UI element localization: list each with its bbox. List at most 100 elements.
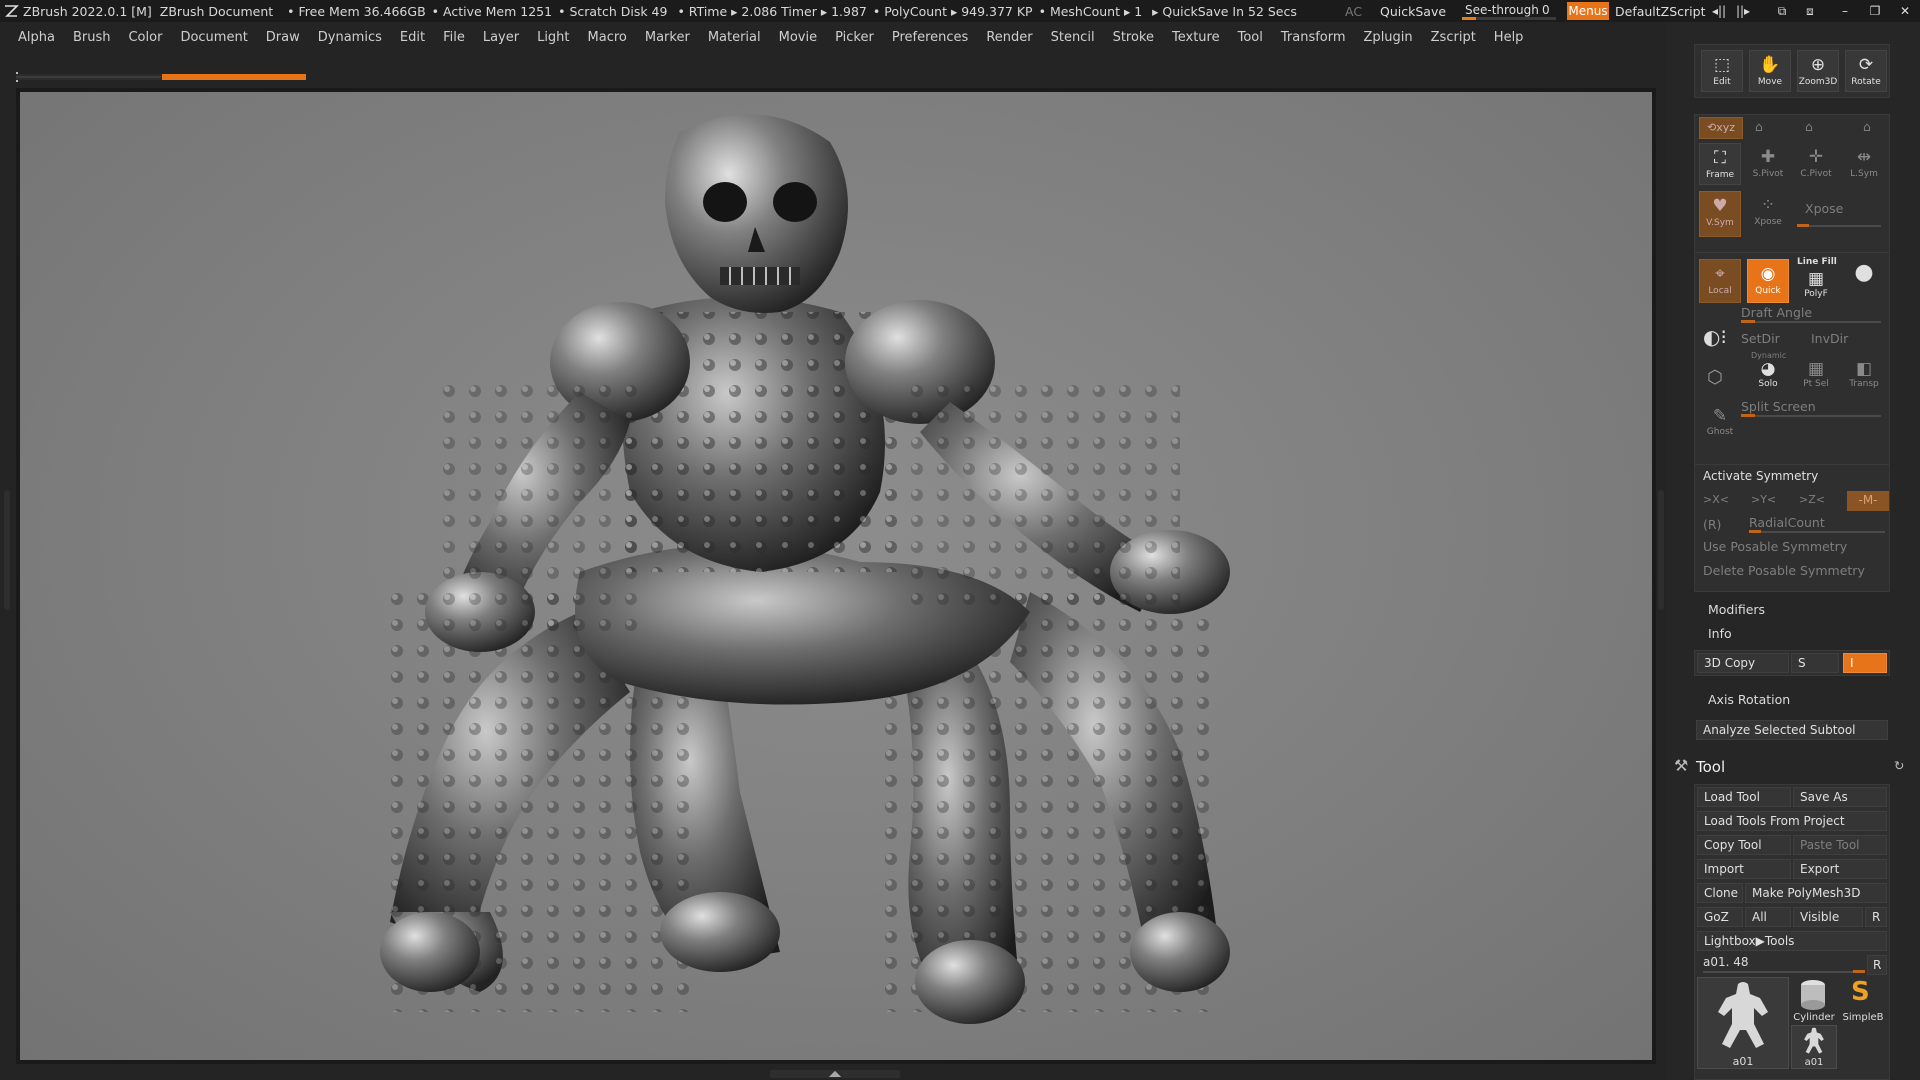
menu-edit[interactable]: Edit	[400, 30, 425, 45]
material-sphere-button[interactable]: ●	[1843, 259, 1885, 301]
tool-thumb-a01-small[interactable]: a01	[1791, 1025, 1837, 1069]
local-button[interactable]: ⌖ Local	[1699, 259, 1741, 303]
move-button[interactable]: ✋ Move	[1749, 50, 1791, 92]
menu-layer[interactable]: Layer	[483, 30, 519, 45]
menu-stroke[interactable]: Stroke	[1113, 30, 1154, 45]
modifiers-section[interactable]: Modifiers	[1708, 602, 1765, 617]
tray-toggle-icon[interactable]: ⧉	[1773, 3, 1791, 19]
zoom3d-button[interactable]: ⊕ Zoom3D	[1797, 50, 1839, 92]
pt-sel-button[interactable]: ▦ Pt Sel	[1795, 357, 1837, 393]
info-section[interactable]: Info	[1708, 626, 1732, 641]
m-axis-button[interactable]: -M-	[1847, 491, 1889, 511]
tool-thumb-a01[interactable]: a01	[1697, 977, 1789, 1069]
export-button[interactable]: Export	[1793, 859, 1887, 879]
menu-color[interactable]: Color	[128, 30, 162, 45]
menu-texture[interactable]: Texture	[1172, 30, 1220, 45]
tool-thumb-cylinder[interactable]: Cylinder	[1791, 977, 1837, 1023]
menu-alpha[interactable]: Alpha	[18, 30, 55, 45]
goz-visible-button[interactable]: Visible	[1793, 907, 1863, 927]
transp-button[interactable]: ◧ Transp	[1843, 357, 1885, 393]
tool-thumb-simplebrush[interactable]: S SimpleB	[1839, 977, 1887, 1023]
menu-stencil[interactable]: Stencil	[1051, 30, 1095, 45]
xpose-slider[interactable]	[1797, 224, 1809, 227]
current-tool-slider[interactable]	[1853, 970, 1865, 973]
menu-transform[interactable]: Transform	[1281, 30, 1346, 45]
close-icon[interactable]: ✕	[1896, 3, 1914, 19]
left-tray-handle[interactable]	[4, 490, 10, 610]
contrast-toggle-icon[interactable]: ◐⁝	[1703, 325, 1727, 349]
use-posable-symmetry-button[interactable]: Use Posable Symmetry	[1703, 539, 1847, 554]
frame-button[interactable]: ⛶ Frame	[1699, 143, 1741, 185]
layout-left-icon[interactable]: ◂||	[1710, 3, 1728, 19]
menu-help[interactable]: Help	[1494, 30, 1524, 45]
quick-button[interactable]: ◉ Quick	[1747, 259, 1789, 303]
setdir-button[interactable]: SetDir	[1741, 331, 1780, 346]
solo-button[interactable]: ◕ Solo	[1747, 357, 1789, 393]
axis-rotation-section[interactable]: Axis Rotation	[1708, 692, 1790, 707]
copy-tool-button[interactable]: Copy Tool	[1697, 835, 1791, 855]
tool-palette-title[interactable]: Tool	[1696, 758, 1725, 776]
tool-refresh-icon[interactable]: ↻	[1894, 758, 1904, 773]
c-pivot-button[interactable]: ✛ C.Pivot	[1795, 143, 1837, 185]
tray-swap-icon[interactable]: ⧈	[1801, 3, 1819, 19]
analyze-subtool-button[interactable]: Analyze Selected Subtool	[1696, 720, 1888, 740]
goz-all-button[interactable]: All	[1745, 907, 1791, 927]
radial-toggle[interactable]: (R)	[1703, 517, 1721, 532]
minimize-icon[interactable]: –	[1836, 3, 1854, 19]
load-tool-button[interactable]: Load Tool	[1697, 787, 1791, 807]
axis-icon[interactable]: ⌂	[1863, 119, 1871, 134]
menu-zplugin[interactable]: Zplugin	[1364, 30, 1413, 45]
current-tool-r-button[interactable]: R	[1867, 955, 1887, 975]
bottom-tray-handle[interactable]: ◢◣	[770, 1070, 900, 1078]
menu-draw[interactable]: Draw	[266, 30, 300, 45]
menu-material[interactable]: Material	[708, 30, 761, 45]
menu-picker[interactable]: Picker	[835, 30, 874, 45]
l-sym-button[interactable]: ⇹ L.Sym	[1843, 143, 1885, 185]
default-zscript-button[interactable]: DefaultZScript	[1615, 0, 1706, 22]
radial-count-slider[interactable]	[1749, 530, 1761, 533]
menu-zscript[interactable]: Zscript	[1431, 30, 1476, 45]
activate-symmetry-button[interactable]: Activate Symmetry	[1697, 467, 1887, 487]
menu-render[interactable]: Render	[986, 30, 1032, 45]
menu-file[interactable]: File	[443, 30, 465, 45]
draft-angle-slider[interactable]	[1741, 320, 1755, 323]
xyz-button[interactable]: ⟲xyz	[1699, 117, 1743, 139]
s-button[interactable]: S	[1791, 653, 1839, 673]
goz-button[interactable]: GoZ	[1697, 907, 1743, 927]
menu-dynamics[interactable]: Dynamics	[318, 30, 382, 45]
polyf-button[interactable]: ▦ PolyF	[1795, 267, 1837, 303]
xpose-icon-button[interactable]: ⁘ Xpose	[1747, 191, 1789, 233]
z-axis-icon[interactable]: ⌂	[1805, 119, 1813, 134]
layout-right-icon[interactable]: ||▸	[1734, 3, 1752, 19]
ghost-button[interactable]: ✎ Ghost	[1699, 403, 1741, 443]
menu-macro[interactable]: Macro	[588, 30, 627, 45]
import-button[interactable]: Import	[1697, 859, 1791, 879]
restore-icon[interactable]: ❐	[1866, 3, 1884, 19]
i-button[interactable]: I	[1843, 653, 1887, 673]
clone-button[interactable]: Clone	[1697, 883, 1743, 903]
menu-preferences[interactable]: Preferences	[892, 30, 968, 45]
rotate-button[interactable]: ⟳ Rotate	[1845, 50, 1887, 92]
3d-copy-button[interactable]: 3D Copy	[1697, 653, 1789, 673]
quicksave-button[interactable]: QuickSave	[1380, 0, 1446, 22]
cube-icon[interactable]: ⬡	[1707, 367, 1723, 388]
save-as-button[interactable]: Save As	[1793, 787, 1887, 807]
menu-document[interactable]: Document	[180, 30, 247, 45]
goz-r-button[interactable]: R	[1865, 907, 1887, 927]
viewport-canvas[interactable]	[20, 92, 1652, 1060]
y-axis-button[interactable]: >Y<	[1751, 493, 1776, 506]
lightbox-tools-button[interactable]: Lightbox▶Tools	[1697, 931, 1887, 951]
menu-tool[interactable]: Tool	[1238, 30, 1263, 45]
delete-posable-symmetry-button[interactable]: Delete Posable Symmetry	[1703, 563, 1865, 578]
menu-light[interactable]: Light	[537, 30, 569, 45]
x-axis-button[interactable]: >X<	[1703, 493, 1729, 506]
z-axis-button[interactable]: >Z<	[1799, 493, 1825, 506]
paste-tool-button[interactable]: Paste Tool	[1793, 835, 1887, 855]
menu-movie[interactable]: Movie	[779, 30, 817, 45]
right-tray-handle[interactable]	[1658, 490, 1664, 610]
y-axis-icon[interactable]: ⌂	[1755, 119, 1763, 134]
see-through-slider[interactable]: See-through 0	[1462, 0, 1556, 22]
make-polymesh3d-button[interactable]: Make PolyMesh3D	[1745, 883, 1887, 903]
split-screen-slider[interactable]	[1741, 414, 1755, 417]
menu-brush[interactable]: Brush	[73, 30, 111, 45]
